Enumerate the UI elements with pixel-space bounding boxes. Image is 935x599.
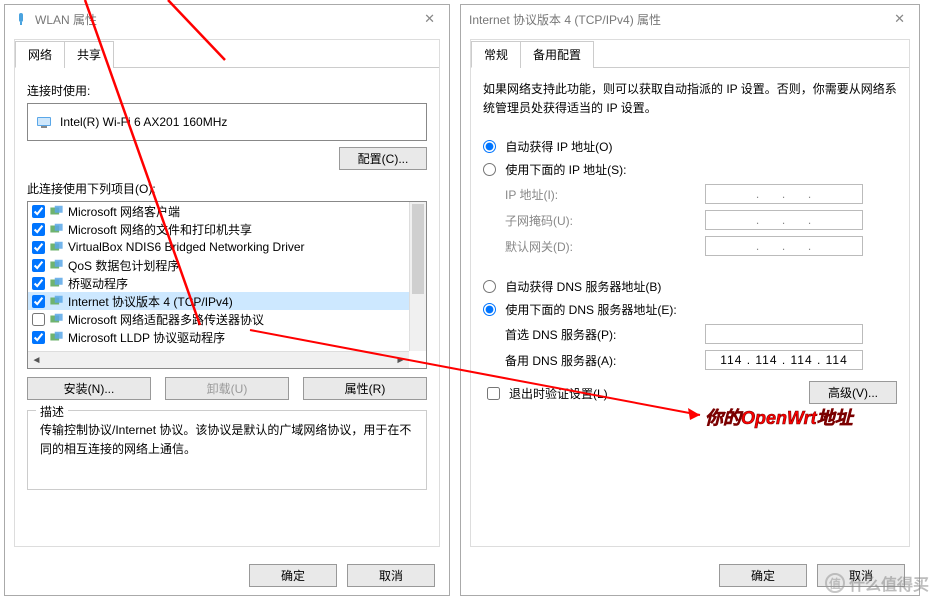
ok-button[interactable]: 确定 xyxy=(249,564,337,587)
description-title: 描述 xyxy=(36,403,68,420)
close-icon[interactable]: ✕ xyxy=(416,7,443,31)
adapter-name: Intel(R) Wi-Fi 6 AX201 160MHz xyxy=(60,115,227,129)
alternate-dns-label: 备用 DNS 服务器(A): xyxy=(505,352,705,369)
configure-button[interactable]: 配置(C)... xyxy=(339,147,427,170)
scroll-right-icon[interactable]: ► xyxy=(392,352,409,369)
item-label: Microsoft 网络客户端 xyxy=(68,203,180,220)
close-icon[interactable]: ✕ xyxy=(886,7,913,31)
auto-dns-label: 自动获得 DNS 服务器地址(B) xyxy=(505,280,661,294)
advanced-button[interactable]: 高级(V)... xyxy=(809,381,897,404)
component-icon xyxy=(49,204,64,218)
radio-manual-ip[interactable] xyxy=(483,163,496,176)
component-icon xyxy=(49,240,64,254)
components-listbox[interactable]: Microsoft 网络客户端Microsoft 网络的文件和打印机共享 Virt… xyxy=(27,201,427,369)
item-checkbox[interactable] xyxy=(32,331,45,344)
list-item[interactable]: 桥驱动程序 xyxy=(28,274,409,292)
adapter-icon xyxy=(36,114,52,130)
item-checkbox[interactable] xyxy=(32,277,45,290)
horizontal-scrollbar[interactable]: ◄ ► xyxy=(28,351,409,368)
validate-checkbox[interactable] xyxy=(487,387,500,400)
list-item[interactable]: QoS 数据包计划程序 xyxy=(28,256,409,274)
subnet-mask-label: 子网掩码(U): xyxy=(505,212,705,229)
item-label: Microsoft 网络适配器多路传送器协议 xyxy=(68,311,264,328)
intro-text: 如果网络支持此功能，则可以获取自动指派的 IP 设置。否则，你需要从网络系统管理… xyxy=(483,80,897,118)
ip-address-label: IP 地址(I): xyxy=(505,186,705,203)
item-label: 桥驱动程序 xyxy=(68,275,128,292)
component-icon xyxy=(49,276,64,290)
list-item[interactable]: VirtualBox NDIS6 Bridged Networking Driv… xyxy=(28,238,409,256)
item-checkbox[interactable] xyxy=(32,295,45,308)
radio-auto-dns[interactable] xyxy=(483,280,496,293)
list-item[interactable]: Microsoft 网络客户端 xyxy=(28,202,409,220)
alternate-dns-input[interactable]: 114 . 114 . 114 . 114 xyxy=(705,350,863,370)
install-button[interactable]: 安装(N)... xyxy=(27,377,151,400)
radio-manual-dns[interactable] xyxy=(483,303,496,316)
validate-label: 退出时验证设置(L) xyxy=(509,385,608,402)
window-title: WLAN 属性 xyxy=(35,11,97,28)
component-icon xyxy=(49,294,64,308)
tab-sharing[interactable]: 共享 xyxy=(64,41,114,68)
manual-ip-label: 使用下面的 IP 地址(S): xyxy=(505,163,626,177)
list-item[interactable]: Internet 协议版本 4 (TCP/IPv4) xyxy=(28,292,409,310)
preferred-dns-label: 首选 DNS 服务器(P): xyxy=(505,326,705,343)
cancel-button[interactable]: 取消 xyxy=(347,564,435,587)
gateway-input: . . . xyxy=(705,236,863,256)
item-label: QoS 数据包计划程序 xyxy=(68,257,179,274)
list-item[interactable]: Microsoft 网络适配器多路传送器协议 xyxy=(28,310,409,328)
vertical-scrollbar[interactable] xyxy=(409,202,426,351)
wlan-icon xyxy=(13,11,29,27)
tab-general[interactable]: 常规 xyxy=(471,41,521,68)
description-text: 传输控制协议/Internet 协议。该协议是默认的广域网络协议，用于在不同的相… xyxy=(40,421,414,459)
component-icon xyxy=(49,312,64,326)
item-label: Microsoft 网络的文件和打印机共享 xyxy=(68,221,252,238)
component-icon xyxy=(49,330,64,344)
component-icon xyxy=(49,258,64,272)
scroll-left-icon[interactable]: ◄ xyxy=(28,352,45,369)
tab-alternate[interactable]: 备用配置 xyxy=(520,41,594,68)
window-title: Internet 协议版本 4 (TCP/IPv4) 属性 xyxy=(469,11,661,28)
uninstall-button: 卸载(U) xyxy=(165,377,289,400)
list-item[interactable]: Microsoft LLDP 协议驱动程序 xyxy=(28,328,409,346)
preferred-dns-input[interactable] xyxy=(705,324,863,344)
item-checkbox[interactable] xyxy=(32,313,45,326)
item-label: Internet 协议版本 4 (TCP/IPv4) xyxy=(68,293,233,310)
item-checkbox[interactable] xyxy=(32,259,45,272)
radio-auto-ip[interactable] xyxy=(483,140,496,153)
cancel-button[interactable]: 取消 xyxy=(817,564,905,587)
item-checkbox[interactable] xyxy=(32,205,45,218)
item-label: VirtualBox NDIS6 Bridged Networking Driv… xyxy=(68,240,305,254)
connect-using-label: 连接时使用: xyxy=(27,82,427,99)
manual-dns-label: 使用下面的 DNS 服务器地址(E): xyxy=(505,303,676,317)
items-label: 此连接使用下列项目(O): xyxy=(27,180,427,197)
list-item[interactable]: Microsoft 网络的文件和打印机共享 xyxy=(28,220,409,238)
auto-ip-label: 自动获得 IP 地址(O) xyxy=(505,140,612,154)
adapter-box: Intel(R) Wi-Fi 6 AX201 160MHz xyxy=(27,103,427,141)
subnet-mask-input: . . . xyxy=(705,210,863,230)
tab-network[interactable]: 网络 xyxy=(15,41,65,68)
gateway-label: 默认网关(D): xyxy=(505,238,705,255)
component-icon xyxy=(49,222,64,236)
properties-button[interactable]: 属性(R) xyxy=(303,377,427,400)
item-checkbox[interactable] xyxy=(32,223,45,236)
item-label: Microsoft LLDP 协议驱动程序 xyxy=(68,329,225,346)
ok-button[interactable]: 确定 xyxy=(719,564,807,587)
item-checkbox[interactable] xyxy=(32,241,45,254)
ip-address-input: . . . xyxy=(705,184,863,204)
